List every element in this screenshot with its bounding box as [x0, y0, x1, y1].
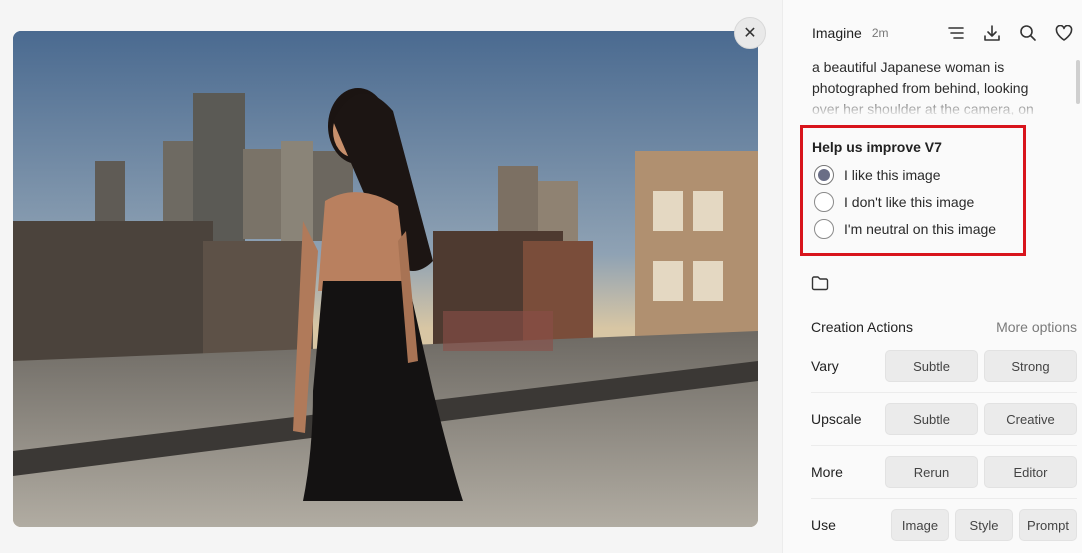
- action-label-vary: Vary: [811, 358, 839, 374]
- action-row-use: Use Image Style Prompt: [811, 508, 1077, 542]
- use-prompt-button[interactable]: Prompt: [1019, 509, 1077, 541]
- list-icon[interactable]: [946, 23, 966, 43]
- creation-actions-title: Creation Actions: [811, 319, 913, 335]
- prompt-fade: [812, 94, 1052, 116]
- radio-dislike[interactable]: [814, 192, 834, 212]
- action-row-vary: Vary Subtle Strong: [811, 349, 1077, 393]
- image-viewer: ✕: [0, 0, 782, 553]
- close-button[interactable]: ✕: [734, 17, 766, 49]
- close-icon: ✕: [743, 25, 757, 42]
- creation-actions-header: Creation Actions More options: [811, 318, 1077, 336]
- generated-image[interactable]: [13, 31, 758, 527]
- vary-strong-button[interactable]: Strong: [984, 350, 1077, 382]
- action-label-more: More: [811, 464, 843, 480]
- radio-label-like: I like this image: [844, 167, 941, 183]
- use-image-button[interactable]: Image: [891, 509, 949, 541]
- action-label-upscale: Upscale: [811, 411, 862, 427]
- more-options-link[interactable]: More options: [996, 319, 1077, 335]
- panel-title: Imagine: [812, 25, 862, 41]
- action-row-upscale: Upscale Subtle Creative: [811, 402, 1077, 446]
- radio-neutral[interactable]: [814, 219, 834, 239]
- editor-button[interactable]: Editor: [984, 456, 1077, 488]
- use-style-button[interactable]: Style: [955, 509, 1013, 541]
- action-row-more: More Rerun Editor: [811, 455, 1077, 499]
- prompt-scrollbar[interactable]: [1076, 60, 1080, 104]
- upscale-creative-button[interactable]: Creative: [984, 403, 1077, 435]
- feedback-option-neutral[interactable]: I'm neutral on this image: [814, 219, 996, 239]
- rerun-button[interactable]: Rerun: [885, 456, 978, 488]
- heart-icon[interactable]: [1054, 23, 1074, 43]
- panel-timestamp: 2m: [871, 26, 889, 40]
- feedback-option-dislike[interactable]: I don't like this image: [814, 192, 974, 212]
- search-icon[interactable]: [1018, 23, 1038, 43]
- photo-illustration: [13, 31, 758, 527]
- radio-like[interactable]: [814, 165, 834, 185]
- header-icon-group: [946, 23, 1074, 43]
- feedback-box: Help us improve V7 I like this image I d…: [800, 125, 1026, 256]
- folder-icon[interactable]: [811, 275, 829, 291]
- action-label-use: Use: [811, 517, 836, 533]
- details-panel: Imagine 2m a beautiful Japanese woman is…: [782, 0, 1082, 553]
- upscale-subtle-button[interactable]: Subtle: [885, 403, 978, 435]
- radio-label-neutral: I'm neutral on this image: [844, 221, 997, 237]
- radio-label-dislike: I don't like this image: [844, 194, 975, 210]
- feedback-option-like[interactable]: I like this image: [814, 165, 940, 185]
- feedback-title: Help us improve V7: [812, 139, 942, 155]
- download-icon[interactable]: [982, 23, 1002, 43]
- panel-header: Imagine 2m: [812, 22, 1074, 44]
- vary-subtle-button[interactable]: Subtle: [885, 350, 978, 382]
